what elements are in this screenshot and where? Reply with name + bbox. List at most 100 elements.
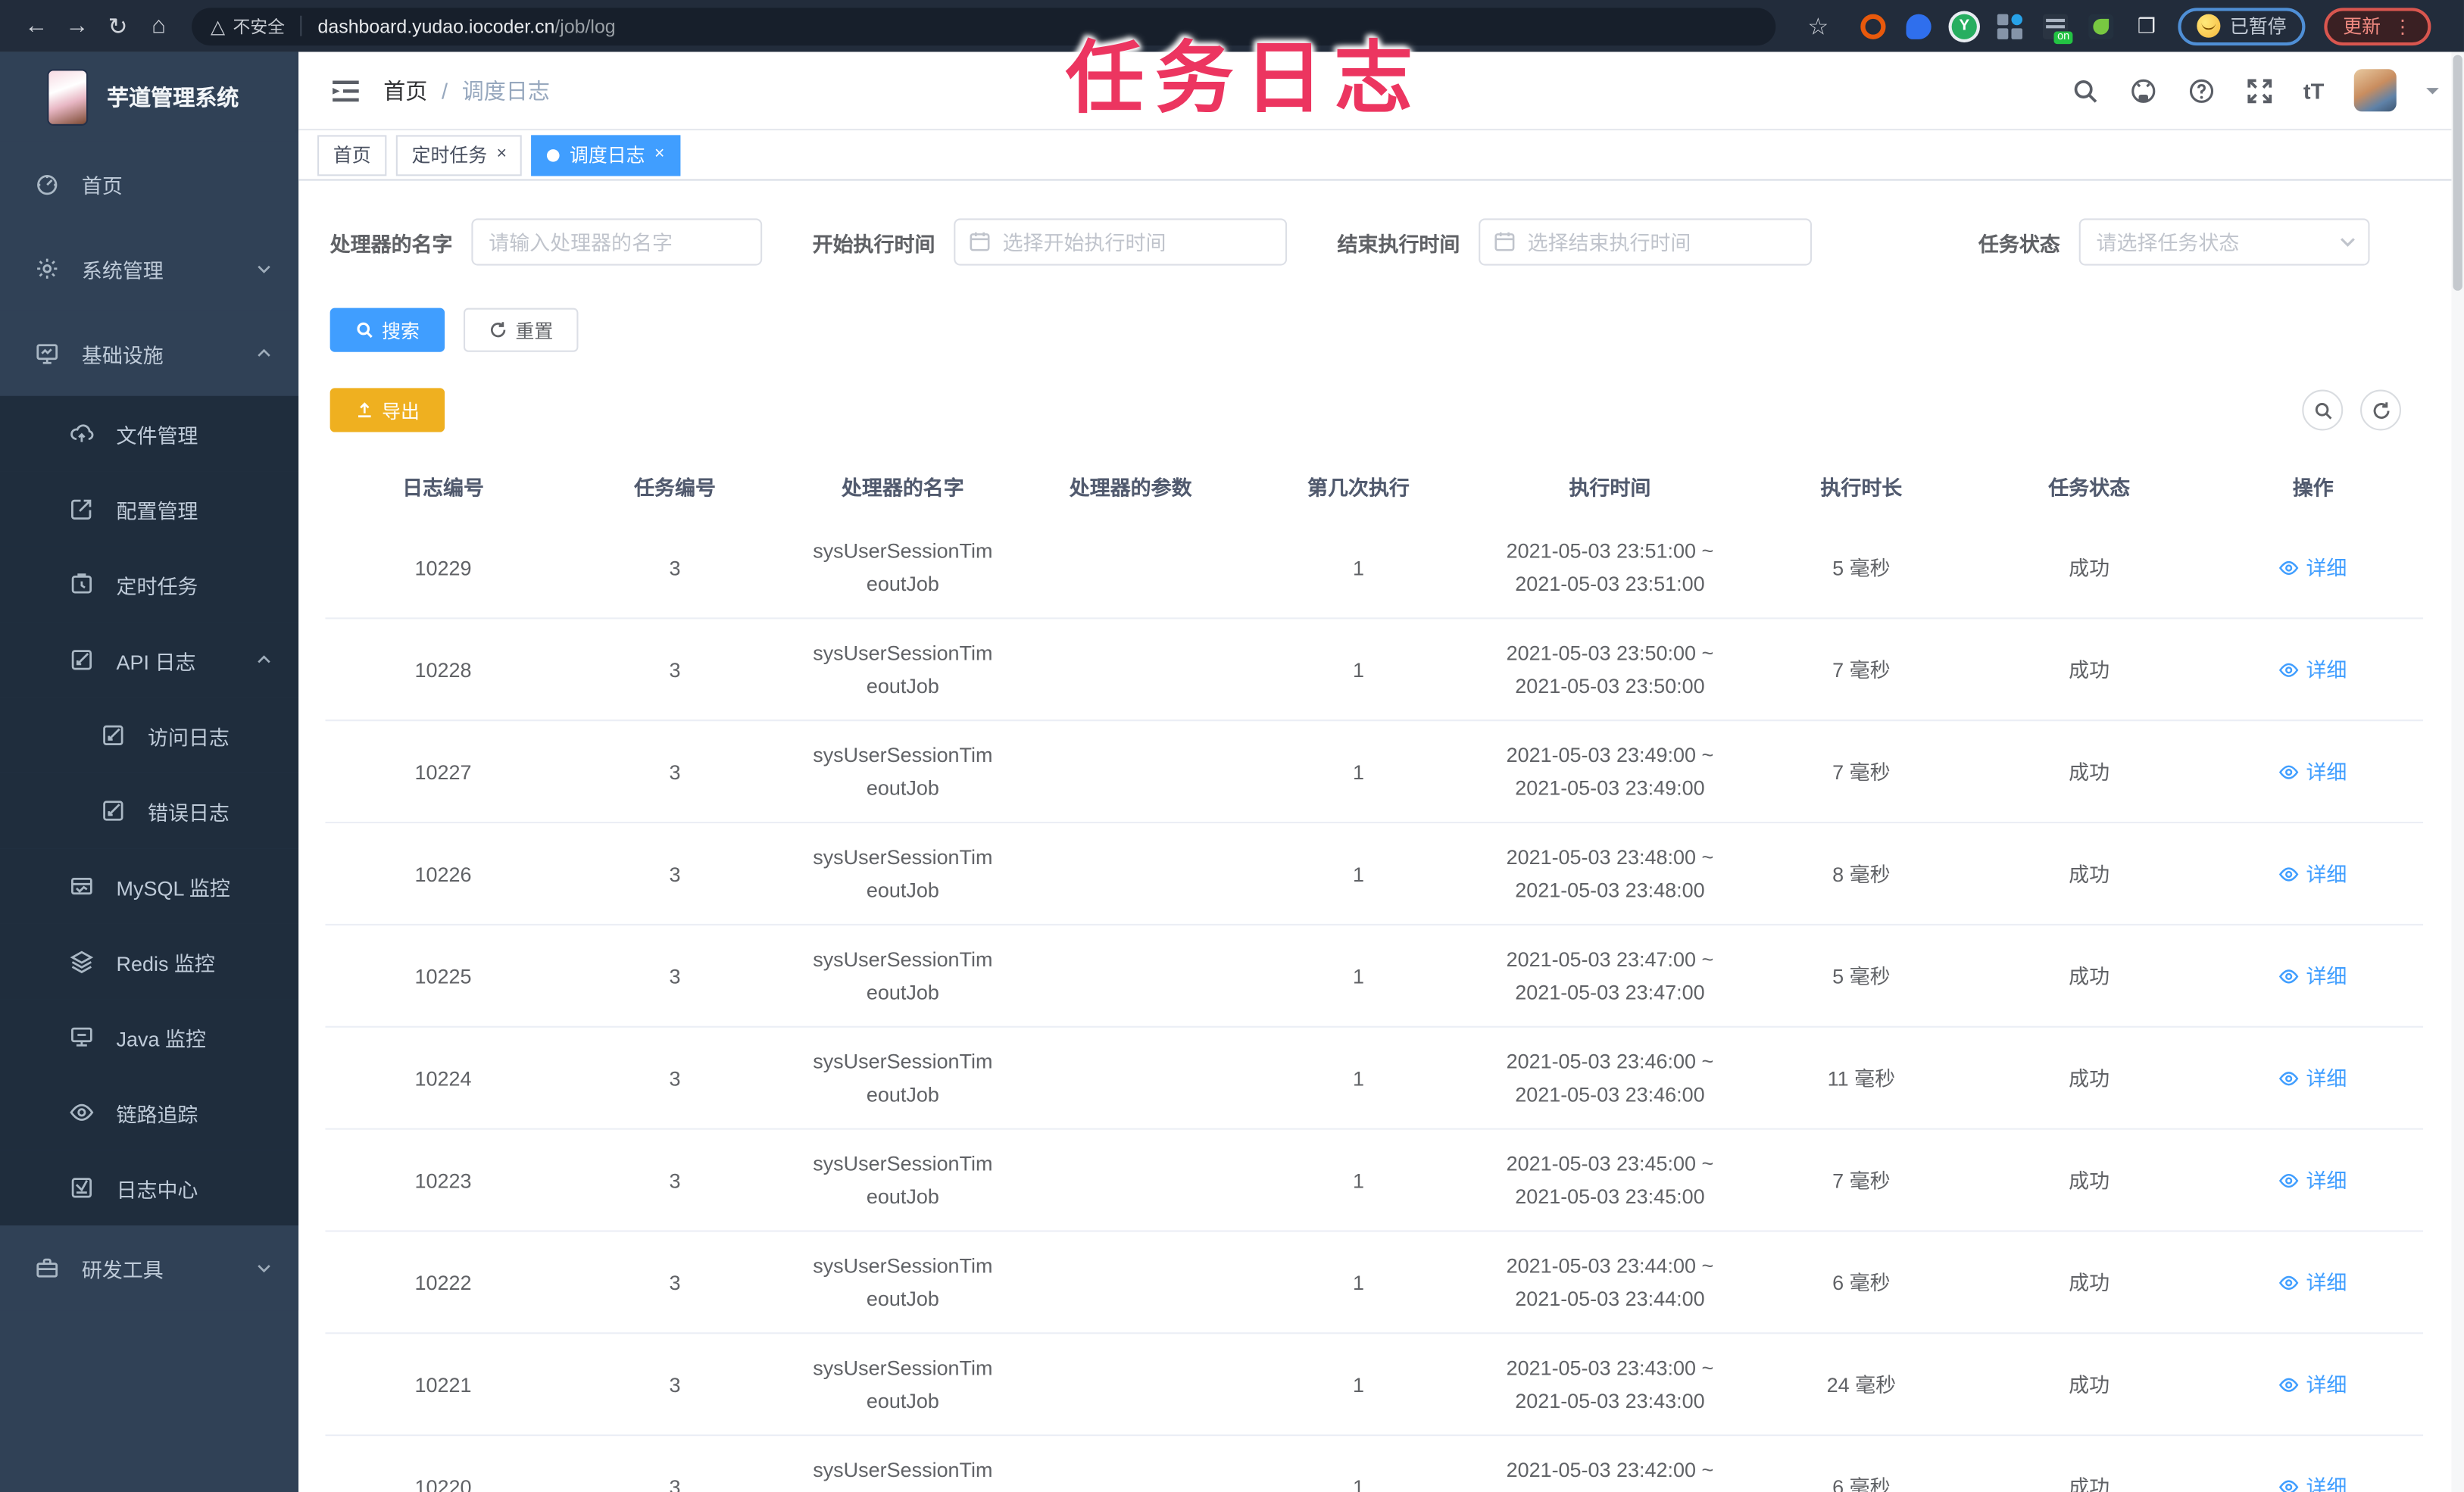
end-time-input[interactable] [1479, 218, 1813, 266]
detail-link[interactable]: 详细 [2203, 960, 2423, 993]
profile-paused-badge[interactable]: 已暂停 [2178, 7, 2306, 45]
breadcrumb-home[interactable]: 首页 [383, 75, 427, 106]
refresh-icon [491, 322, 506, 338]
fullscreen-icon[interactable] [2245, 76, 2273, 105]
extension-green-circle-icon[interactable]: Y [1951, 13, 1977, 39]
reset-button[interactable]: 重置 [464, 307, 579, 352]
detail-link[interactable]: 详细 [2203, 551, 2423, 584]
detail-link[interactable]: 详细 [2203, 1470, 2423, 1492]
cell-exec-index: 1 [1352, 1372, 1364, 1397]
search-button[interactable]: 搜索 [329, 307, 445, 352]
cell-handler-param [1017, 823, 1244, 924]
toggle-search-button[interactable] [2302, 389, 2344, 431]
sidebar-item-文件管理[interactable]: 文件管理 [0, 395, 299, 472]
cell-status: 成功 [2069, 555, 2110, 579]
sidebar-item-配置管理[interactable]: 配置管理 [0, 471, 299, 547]
table-row: 10229 3 sysUserSessionTim eoutJob 1 2021-05-0… [325, 517, 2424, 620]
sidebar-item-定时任务[interactable]: 定时任务 [0, 546, 299, 623]
extension-leaf-icon[interactable] [2088, 13, 2114, 39]
cell-task-id: 3 [669, 963, 681, 988]
eye-icon [69, 1100, 94, 1125]
sidebar-item-mysql-监控[interactable]: MySQL 监控 [0, 848, 299, 924]
tab-close-icon[interactable]: × [497, 145, 507, 164]
sidebar-item-label: 错误日志 [148, 801, 230, 825]
sidebar-item-基础设施[interactable]: 基础设施 [0, 311, 299, 396]
tab-close-icon[interactable]: × [654, 145, 664, 164]
cell-exec-time: 2021-05-03 23:46:00 ~2021-05-03 23:46:00 [1506, 1049, 1714, 1107]
cell-actions: 详细 [2203, 1231, 2423, 1332]
chrome-update-button[interactable]: 更新 ⋮ [2324, 7, 2431, 45]
sidebar-item-研发工具[interactable]: 研发工具 [0, 1225, 299, 1311]
not-secure-warning[interactable]: △ 不安全 [211, 14, 285, 39]
sidebar-item-redis-监控[interactable]: Redis 监控 [0, 923, 299, 1000]
tab-调度日志[interactable]: 调度日志 × [532, 134, 681, 176]
sidebar-item-日志中心[interactable]: 日志中心 [0, 1150, 299, 1226]
reload-icon[interactable]: ↻ [98, 12, 139, 40]
cell-handler-param [1017, 1130, 1244, 1231]
sidebar-item-label: MySQL 监控 [116, 876, 230, 900]
tab-label: 调度日志 [569, 143, 645, 166]
extension-orange-ring-icon[interactable] [1860, 13, 1886, 39]
cell-duration: 6 毫秒 [1832, 1475, 1891, 1492]
detail-link[interactable]: 详细 [2203, 1163, 2423, 1197]
sidebar-menu: 首页 系统管理 基础设施 文件管理 配置管理 定时任务 API 日志 访问日志错误日志 MySQ… [0, 141, 299, 1492]
detail-link[interactable]: 详细 [2203, 653, 2423, 686]
tab-定时任务[interactable]: 定时任务 × [395, 134, 523, 176]
github-icon[interactable] [2129, 76, 2157, 105]
address-bar[interactable]: △ 不安全 dashboard.yudao.iocoder.cn/job/log [192, 7, 1776, 45]
page-scrollbar[interactable] [2451, 52, 2464, 1492]
help-icon[interactable] [2187, 76, 2215, 105]
bookmark-star-icon[interactable]: ☆ [1797, 12, 1838, 40]
logo-avatar [47, 68, 89, 125]
task-status-select[interactable] [2078, 218, 2370, 266]
detail-link[interactable]: 详细 [2203, 857, 2423, 891]
scrollbar-thumb[interactable] [2453, 55, 2462, 291]
sidebar-item-首页[interactable]: 首页 [0, 141, 299, 226]
timer-icon [69, 572, 94, 597]
extensions-area: Y on ❒ [1860, 13, 2159, 44]
cell-handler-param [1017, 619, 1244, 719]
cell-exec-time: 2021-05-03 23:51:00 ~2021-05-03 23:51:00 [1506, 538, 1714, 596]
cell-handler-name: sysUserSessionTimeoutJob [813, 1458, 993, 1492]
start-time-input[interactable] [954, 218, 1288, 266]
cell-log-id: 10228 [414, 657, 472, 682]
tab-首页[interactable]: 首页 [317, 134, 387, 176]
sidebar-item-错误日志[interactable]: 错误日志 [0, 773, 299, 849]
edit-square-icon [69, 497, 94, 522]
extensions-puzzle-icon[interactable]: ❒ [2134, 14, 2159, 39]
search-icon[interactable] [2071, 76, 2099, 105]
extension-blue-drop-icon[interactable] [1906, 13, 1932, 39]
sidebar-item-系统管理[interactable]: 系统管理 [0, 226, 299, 311]
cell-log-id: 10225 [414, 963, 472, 988]
detail-link[interactable]: 详细 [2203, 1368, 2423, 1401]
back-icon[interactable]: ← [16, 13, 57, 39]
sidebar-toggle-icon[interactable] [330, 75, 361, 106]
app-logo[interactable]: 芋道管理系统 [0, 52, 298, 141]
extension-grid-icon[interactable] [1997, 13, 2023, 39]
page-url[interactable]: dashboard.yudao.iocoder.cn/job/log [318, 15, 616, 37]
cell-status: 成功 [2069, 1066, 2110, 1090]
refresh-table-button[interactable] [2360, 389, 2401, 431]
forward-icon[interactable]: → [57, 13, 98, 39]
menu-dots-icon[interactable]: ⋮ [2394, 15, 2412, 37]
export-button[interactable]: 导出 [329, 388, 445, 432]
task-status-label: 任务状态 [1978, 232, 2060, 256]
sidebar-item-java-监控[interactable]: Java 监控 [0, 999, 299, 1075]
tab-label: 定时任务 [411, 143, 488, 166]
cell-duration: 24 毫秒 [1826, 1372, 1897, 1397]
toolbox-icon [35, 1256, 60, 1281]
user-caret-down-icon[interactable] [2426, 87, 2439, 100]
detail-link[interactable]: 详细 [2203, 1061, 2423, 1094]
sidebar-item-api-日志[interactable]: API 日志 [0, 622, 299, 698]
sidebar-item-链路追踪[interactable]: 链路追踪 [0, 1075, 299, 1150]
cell-duration: 5 毫秒 [1832, 963, 1891, 988]
extension-on-badge-icon[interactable]: on [2042, 13, 2073, 44]
detail-link[interactable]: 详细 [2203, 755, 2423, 788]
table-row: 10228 3 sysUserSessionTim eoutJob 1 2021-05-0… [325, 619, 2424, 722]
sidebar-item-访问日志[interactable]: 访问日志 [0, 698, 299, 773]
detail-link[interactable]: 详细 [2203, 1266, 2423, 1299]
home-icon[interactable]: ⌂ [139, 13, 180, 39]
handler-name-input[interactable] [471, 218, 763, 266]
font-size-icon[interactable]: tT [2303, 78, 2324, 103]
user-avatar[interactable] [2353, 69, 2397, 112]
